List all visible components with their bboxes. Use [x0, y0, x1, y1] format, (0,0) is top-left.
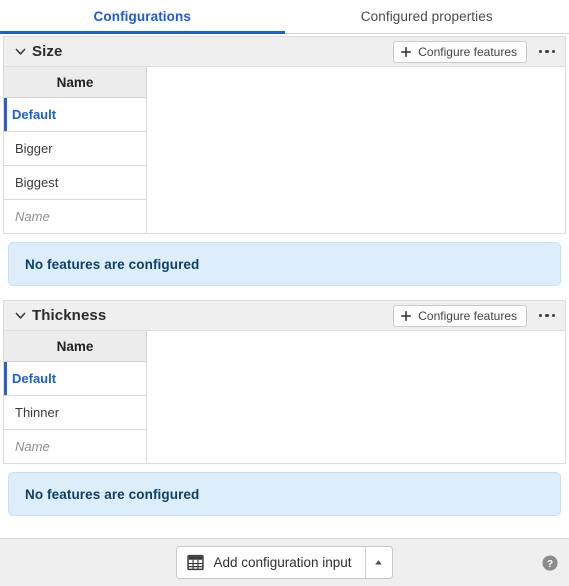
chevron-down-icon[interactable]: [14, 45, 27, 58]
new-config-name-input[interactable]: Name: [4, 199, 147, 233]
config-row-thinner[interactable]: Thinner: [4, 395, 147, 430]
section-thickness-body: Name Default Thinner Name: [3, 331, 566, 464]
add-configuration-input-split-button: Add configuration input: [176, 546, 393, 579]
section-thickness-title: Thickness: [32, 307, 107, 324]
ellipsis-icon-thickness[interactable]: [534, 305, 560, 327]
info-banner-message-thickness: No features are configured: [25, 486, 200, 502]
ellipsis-dot: [538, 49, 543, 54]
configure-features-label-thickness: Configure features: [418, 308, 517, 323]
svg-text:?: ?: [547, 558, 553, 569]
table-header-row: Name: [4, 331, 147, 362]
table-header-row: Name: [4, 67, 147, 98]
table-row[interactable]: Name: [4, 429, 147, 463]
footer-toolbar: Add configuration input ?: [0, 538, 569, 586]
tab-configurations[interactable]: Configurations: [0, 0, 285, 34]
configure-features-label-size: Configure features: [418, 44, 517, 59]
caret-up-icon: [375, 560, 382, 565]
plus-icon: [401, 310, 412, 321]
column-header-name[interactable]: Name: [4, 331, 147, 362]
add-configuration-input-button[interactable]: Add configuration input: [177, 547, 365, 578]
sections-container: Size Configure features Name Default Big…: [0, 34, 569, 538]
table-row[interactable]: Bigger: [4, 131, 147, 166]
new-config-name-input[interactable]: Name: [4, 429, 147, 463]
tab-configured-properties-label: Configured properties: [360, 9, 493, 24]
configurations-table-size: Name Default Bigger Biggest Name: [4, 67, 147, 233]
ellipsis-dot: [538, 313, 543, 318]
configurations-panel: Configurations Configured properties Siz…: [0, 0, 569, 586]
tab-bar: Configurations Configured properties: [0, 0, 569, 34]
ellipsis-dot: [551, 49, 556, 54]
table-row[interactable]: Default: [4, 97, 147, 132]
plus-icon: [401, 46, 412, 57]
section-thickness-header[interactable]: Thickness Configure features: [3, 300, 566, 331]
info-banner-message-size: No features are configured: [25, 256, 200, 272]
info-banner-thickness: No features are configured: [8, 472, 561, 516]
config-row-bigger[interactable]: Bigger: [4, 131, 147, 166]
tab-configured-properties[interactable]: Configured properties: [285, 0, 569, 33]
configure-features-button-size[interactable]: Configure features: [393, 40, 527, 63]
info-banner-size: No features are configured: [8, 242, 561, 286]
configure-features-button-thickness[interactable]: Configure features: [393, 304, 527, 327]
table-row[interactable]: Thinner: [4, 395, 147, 430]
ellipsis-icon-size[interactable]: [534, 41, 560, 63]
help-circle-icon[interactable]: ?: [541, 554, 559, 572]
config-row-default[interactable]: Default: [4, 97, 147, 132]
ellipsis-dot: [545, 313, 549, 318]
table-empty-area-thickness: [147, 331, 565, 463]
config-row-biggest[interactable]: Biggest: [4, 165, 147, 200]
section-size-header[interactable]: Size Configure features: [3, 36, 566, 67]
table-row[interactable]: Biggest: [4, 165, 147, 200]
column-header-name[interactable]: Name: [4, 67, 147, 98]
section-size: Size Configure features Name Default Big…: [3, 36, 566, 286]
config-row-default[interactable]: Default: [4, 361, 147, 396]
section-size-title: Size: [32, 43, 63, 60]
table-grid-icon: [187, 554, 205, 571]
table-row[interactable]: Name: [4, 199, 147, 233]
section-thickness: Thickness Configure features Name Defaul…: [3, 300, 566, 516]
section-size-body: Name Default Bigger Biggest Name: [3, 67, 566, 234]
add-configuration-input-label: Add configuration input: [213, 555, 352, 570]
table-row[interactable]: Default: [4, 361, 147, 396]
tab-configurations-label: Configurations: [93, 9, 191, 24]
table-empty-area-size: [147, 67, 565, 233]
add-configuration-input-dropdown[interactable]: [364, 547, 392, 578]
ellipsis-dot: [545, 49, 549, 54]
chevron-down-icon[interactable]: [14, 309, 27, 322]
configurations-table-thickness: Name Default Thinner Name: [4, 331, 147, 463]
ellipsis-dot: [551, 313, 556, 318]
